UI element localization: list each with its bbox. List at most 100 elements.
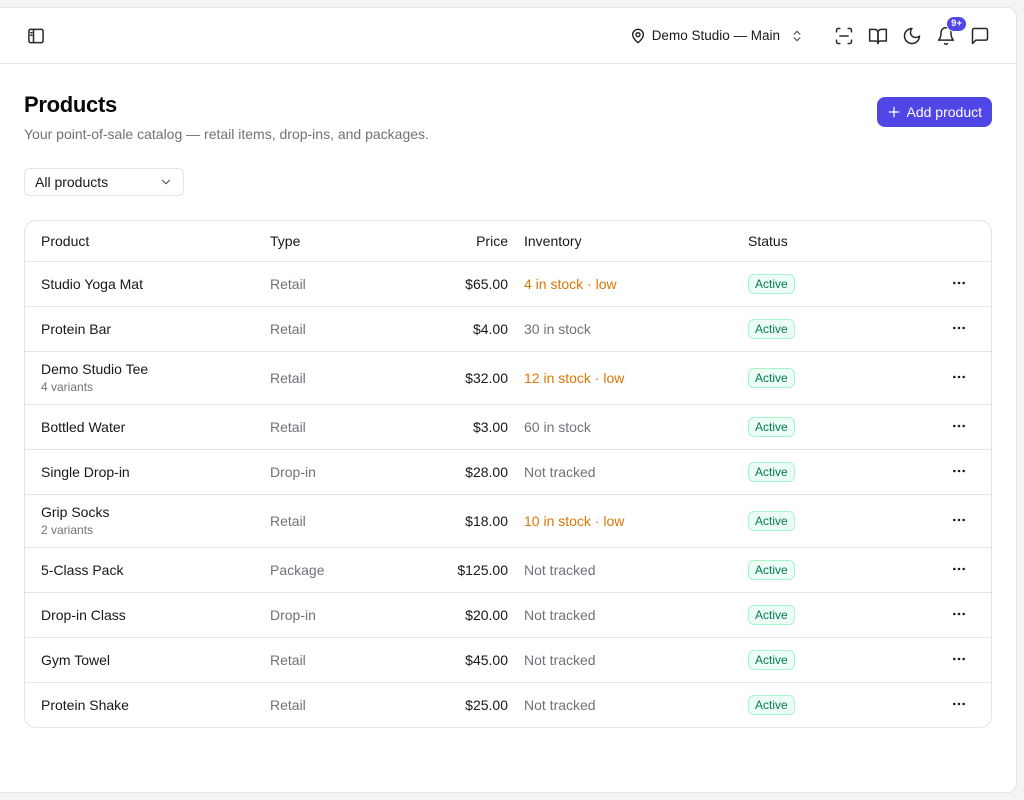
more-horizontal-icon[interactable] [949,559,969,579]
product-variants: 4 variants [41,380,94,394]
status-badge: Active [748,559,795,580]
topbar-right: Demo Studio — Main 9+ [630,15,992,48]
filter-value: All products [35,174,109,190]
table-row[interactable]: Single Drop-in Drop-in $28.00 Not tracke… [25,449,991,495]
product-type: Retail [270,404,430,450]
product-cell: Gym Towel [25,637,270,683]
product-type: Retail [270,637,430,683]
product-cell: Drop-in Class [25,592,270,638]
product-name[interactable]: 5-Class Pack [41,562,270,578]
status-badge: Active [748,510,795,531]
bell-icon[interactable]: 9+ [934,15,967,48]
table-row[interactable]: 5-Class Pack Package $125.00 Not tracked… [25,547,991,593]
page-title: Products [24,92,117,117]
status-badge: Active [748,461,795,482]
table-row[interactable]: Demo Studio Tee 4 variants Retail $32.00… [25,351,991,405]
more-horizontal-icon[interactable] [949,461,969,481]
product-price: $32.00 [430,351,524,405]
product-filter-select[interactable]: All products [24,168,184,196]
product-inventory: 30 in stock [524,306,748,352]
status-cell: Active [748,449,898,495]
product-price: $3.00 [430,404,524,450]
product-inventory: 12 in stock · low [524,351,748,405]
product-name[interactable]: Bottled Water [41,419,270,435]
actions-cell [898,351,991,405]
top-actions: 9+ [832,15,992,48]
product-name[interactable]: Demo Studio Tee [41,361,270,377]
sidebar-toggle-icon[interactable] [24,24,48,48]
actions-cell [898,261,991,307]
product-cell: Single Drop-in [25,449,270,495]
actions-cell [898,404,991,450]
more-horizontal-icon[interactable] [949,416,969,436]
header-inventory[interactable]: Inventory [524,221,748,262]
more-horizontal-icon[interactable] [949,604,969,624]
status-cell: Active [748,547,898,593]
notification-badge: 9+ [946,15,967,32]
product-name[interactable]: Protein Shake [41,697,270,713]
top-bar: Demo Studio — Main 9+ [0,8,1016,64]
message-icon[interactable] [968,24,992,48]
product-type: Drop-in [270,449,430,495]
more-horizontal-icon[interactable] [949,510,969,530]
header-type[interactable]: Type [270,221,430,262]
table-row[interactable]: Protein Shake Retail $25.00 Not tracked … [25,682,991,727]
product-name[interactable]: Drop-in Class [41,607,270,623]
actions-cell [898,547,991,593]
more-horizontal-icon[interactable] [949,273,969,293]
product-inventory: 10 in stock · low [524,494,748,548]
product-name[interactable]: Protein Bar [41,321,270,337]
product-name[interactable]: Single Drop-in [41,464,270,480]
more-horizontal-icon[interactable] [949,694,969,714]
table-row[interactable]: Studio Yoga Mat Retail $65.00 4 in stock… [25,261,991,307]
add-product-button[interactable]: Add product [876,97,992,127]
table-row[interactable]: Gym Towel Retail $45.00 Not tracked Acti… [25,637,991,683]
map-pin-icon [631,28,644,43]
more-horizontal-icon[interactable] [949,649,969,669]
actions-cell [898,682,991,727]
status-cell: Active [748,306,898,352]
products-table: Product Type Price Inventory Status Stud… [24,220,992,728]
product-price: $28.00 [430,449,524,495]
app-window: Demo Studio — Main 9+ Products Your poin… [0,8,1016,792]
product-inventory: Not tracked [524,637,748,683]
table-row[interactable]: Drop-in Class Drop-in $20.00 Not tracked… [25,592,991,638]
table-row[interactable]: Grip Socks 2 variants Retail $18.00 10 i… [25,494,991,548]
product-cell: Demo Studio Tee 4 variants [25,351,270,405]
status-badge: Active [748,604,795,625]
header-product[interactable]: Product [25,221,270,262]
scan-icon[interactable] [832,24,856,48]
more-horizontal-icon[interactable] [949,367,969,387]
table-row[interactable]: Bottled Water Retail $3.00 60 in stock A… [25,404,991,450]
product-price: $45.00 [430,637,524,683]
status-cell: Active [748,682,898,727]
status-cell: Active [748,637,898,683]
table-row[interactable]: Protein Bar Retail $4.00 30 in stock Act… [25,306,991,352]
product-inventory: 4 in stock · low [524,261,748,307]
header-actions [898,221,991,262]
product-name[interactable]: Grip Socks [41,504,270,520]
product-name[interactable]: Gym Towel [41,652,270,668]
more-horizontal-icon[interactable] [949,318,969,338]
main-content: Products Your point-of-sale catalog — re… [0,64,1016,728]
product-name[interactable]: Studio Yoga Mat [41,276,270,292]
header-status[interactable]: Status [748,221,898,262]
moon-icon[interactable] [900,24,924,48]
actions-cell [898,306,991,352]
chevron-up-down-icon [793,30,801,41]
product-type: Retail [270,306,430,352]
status-badge: Active [748,649,795,670]
location-label: Demo Studio — Main [651,28,780,43]
status-badge: Active [748,318,795,339]
status-badge: Active [748,416,795,437]
product-inventory: Not tracked [524,547,748,593]
chevron-down-icon [161,179,171,185]
product-price: $20.00 [430,592,524,638]
product-price: $25.00 [465,696,508,713]
actions-cell [898,494,991,548]
table-body: Studio Yoga Mat Retail $65.00 4 in stock… [25,261,991,727]
location-switcher[interactable]: Demo Studio — Main [630,28,804,44]
book-icon[interactable] [866,24,890,48]
status-cell: Active [748,351,898,405]
header-price[interactable]: Price [430,221,524,262]
